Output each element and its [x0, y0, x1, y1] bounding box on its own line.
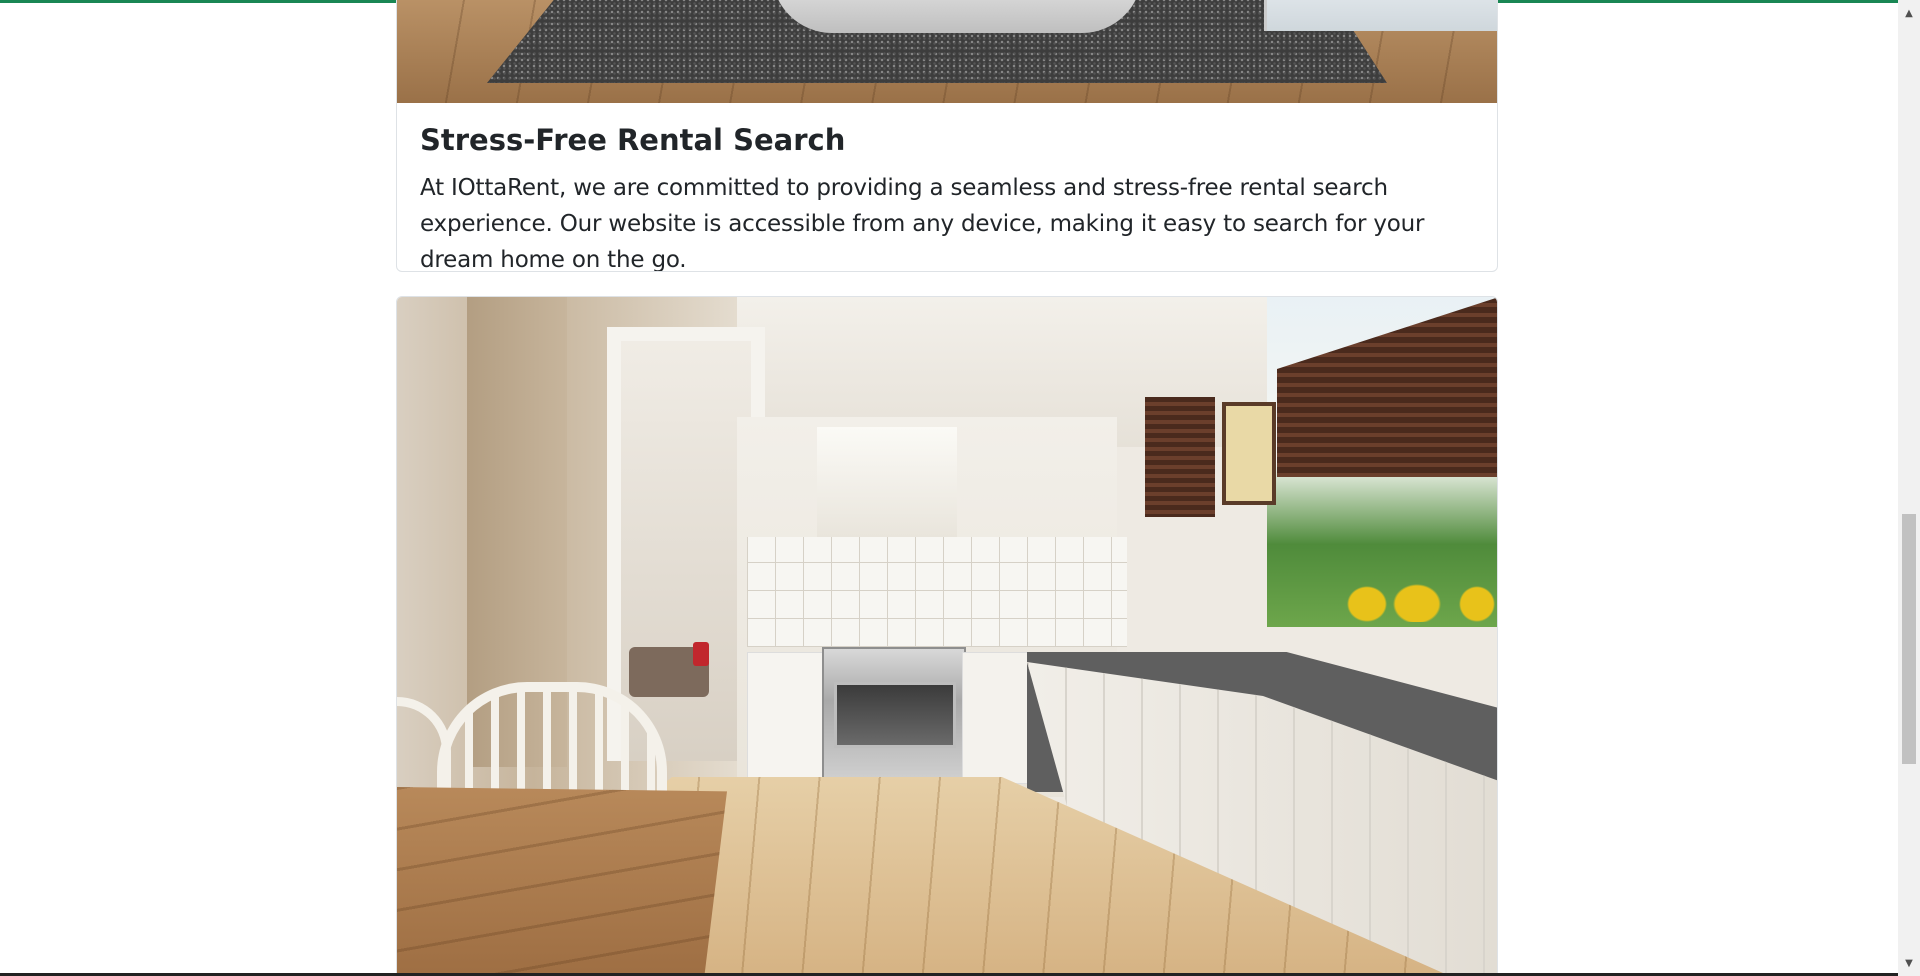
image-blinds-small	[1145, 397, 1215, 517]
scroll-up-icon[interactable]: ▲	[1898, 4, 1920, 22]
scroll-down-icon[interactable]: ▼	[1898, 954, 1920, 972]
image-range-hood	[817, 427, 957, 551]
kitchen-image	[397, 297, 1497, 976]
feature-card-rental-search: Stress-Free Rental Search At IOttaRent, …	[396, 0, 1498, 272]
image-cushion	[772, 0, 1142, 33]
image-tile-backsplash	[747, 537, 1127, 647]
scrollbar-thumb[interactable]	[1902, 514, 1916, 764]
image-red-cushion	[693, 642, 709, 666]
image-window	[1264, 0, 1497, 31]
page-content: Stress-Free Rental Search At IOttaRent, …	[0, 0, 1898, 976]
card-text: At IOttaRent, we are committed to provid…	[420, 174, 1425, 272]
image-oven-door	[834, 682, 956, 748]
vertical-scrollbar[interactable]: ▲ ▼	[1898, 0, 1920, 976]
image-cabinet-left	[747, 652, 824, 784]
image-wooden-table	[397, 787, 727, 976]
card-body: Stress-Free Rental Search At IOttaRent, …	[397, 103, 1497, 272]
feature-card-kitchen	[396, 296, 1498, 976]
image-yellow-pots	[1347, 582, 1497, 622]
image-cabinet-mid	[962, 652, 1029, 784]
image-wall-picture	[1222, 402, 1276, 505]
card-title: Stress-Free Rental Search	[420, 123, 846, 157]
living-room-image	[397, 0, 1497, 103]
